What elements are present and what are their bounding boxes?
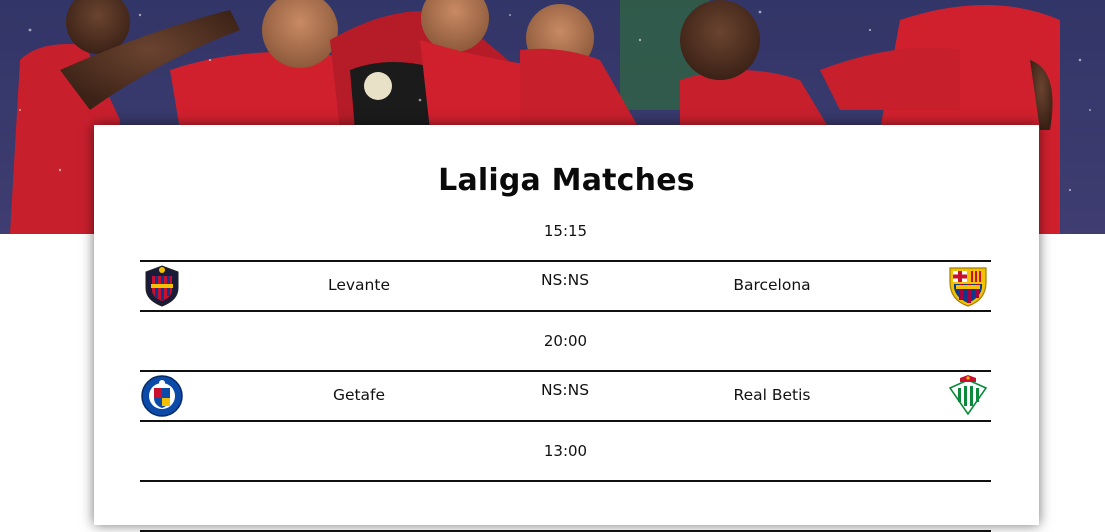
match-time: 15:15 bbox=[543, 222, 588, 240]
match-time: 13:00 bbox=[543, 442, 588, 460]
barcelona-crest-icon bbox=[949, 267, 987, 307]
home-team-name: Getafe bbox=[332, 386, 386, 404]
match-time: 20:00 bbox=[543, 332, 588, 350]
real-betis-crest-icon bbox=[948, 375, 988, 416]
page-title: Laliga Matches bbox=[438, 163, 695, 198]
match-row[interactable]: Getafe NS:NS Real Betis bbox=[140, 370, 991, 422]
away-team-name: Real Betis bbox=[733, 386, 811, 404]
match-row[interactable] bbox=[140, 480, 991, 532]
getafe-crest-icon bbox=[141, 375, 183, 417]
match-score: NS:NS bbox=[540, 381, 590, 399]
away-team-name: Barcelona bbox=[733, 276, 811, 294]
match-row[interactable]: Levante NS:NS Barcelona bbox=[140, 260, 991, 312]
home-team-name: Levante bbox=[327, 276, 390, 294]
match-score: NS:NS bbox=[540, 271, 590, 289]
matches-card: Laliga Matches 15:15 Levante NS:NS Barce… bbox=[94, 125, 1039, 532]
levante-crest-icon bbox=[145, 265, 179, 307]
